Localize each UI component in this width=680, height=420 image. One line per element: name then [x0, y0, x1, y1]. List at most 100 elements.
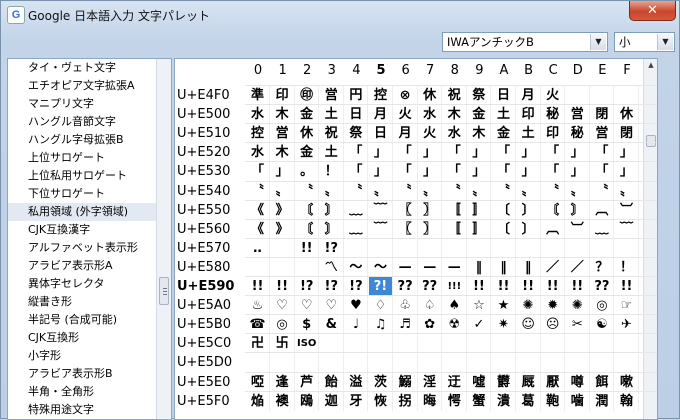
category-item[interactable]: CJK互換漢字 — [8, 221, 158, 239]
char-cell[interactable]: 〝 — [295, 181, 320, 201]
char-cell[interactable] — [590, 334, 615, 354]
char-cell[interactable] — [467, 334, 492, 354]
char-cell[interactable]: 「 — [394, 162, 418, 182]
char-cell[interactable]: 木 — [443, 105, 467, 125]
char-cell[interactable]: 晦 — [418, 391, 443, 411]
char-cell[interactable]: ‖ — [467, 257, 492, 277]
char-cell[interactable]: 卐 — [271, 334, 295, 354]
char-cell[interactable]: 〟 — [467, 181, 492, 201]
char-cell[interactable]: 控 — [369, 86, 393, 105]
char-cell[interactable]: ♫ — [369, 315, 393, 335]
char-cell[interactable]: — — [443, 257, 467, 277]
char-cell[interactable]: ☞ — [615, 296, 639, 316]
char-cell[interactable]: !!! — [443, 277, 467, 296]
char-cell[interactable]: ／ — [541, 257, 566, 277]
char-cell[interactable]: 鴎 — [295, 391, 320, 411]
char-cell[interactable]: 金 — [295, 105, 320, 125]
char-cell[interactable]: 噛 — [566, 391, 590, 411]
char-cell[interactable]: !? — [320, 277, 344, 296]
char-cell[interactable]: 餌 — [590, 372, 615, 392]
char-cell[interactable]: 〚 — [443, 219, 467, 239]
char-cell[interactable]: ★ — [492, 296, 516, 316]
char-cell[interactable]: 「 — [394, 143, 418, 163]
char-cell[interactable]: 迦 — [320, 391, 344, 411]
char-cell[interactable] — [369, 353, 393, 373]
char-cell[interactable]: 〗 — [418, 200, 443, 220]
char-cell[interactable]: ♬ — [394, 315, 418, 335]
char-cell[interactable]: 祝 — [443, 86, 467, 105]
char-cell[interactable]: 火 — [541, 86, 566, 105]
char-cell[interactable]: 土 — [320, 105, 344, 125]
category-item[interactable]: 下位サロゲート — [8, 185, 158, 203]
char-cell[interactable]: 印 — [517, 105, 541, 125]
char-cell[interactable]: 蟹 — [467, 391, 492, 411]
char-cell[interactable] — [541, 334, 566, 354]
char-cell[interactable]: 〘 — [295, 219, 320, 239]
char-cell[interactable]: !! — [271, 277, 295, 296]
char-cell[interactable]: 翰 — [615, 391, 639, 411]
char-cell[interactable]: 営 — [320, 86, 344, 105]
char-cell[interactable]: 」 — [615, 162, 639, 182]
char-cell[interactable] — [566, 238, 590, 258]
char-cell[interactable]: ◎ — [271, 315, 295, 335]
char-cell[interactable] — [590, 86, 615, 105]
char-cell[interactable]: 月 — [394, 124, 418, 144]
char-cell[interactable]: 〜 — [344, 257, 369, 277]
char-cell[interactable]: ♢ — [369, 296, 393, 316]
char-cell[interactable]: 襖 — [271, 391, 295, 411]
category-item[interactable]: アラビア表示形B — [8, 365, 158, 383]
char-cell[interactable]: 祭 — [467, 86, 492, 105]
char-cell[interactable] — [615, 86, 639, 105]
char-cell[interactable]: ﹋ — [369, 200, 393, 220]
char-cell[interactable] — [566, 86, 590, 105]
category-scroll-thumb[interactable] — [159, 277, 169, 305]
char-cell[interactable]: ﹏ — [590, 219, 615, 239]
char-cell[interactable]: ♩ — [344, 315, 369, 335]
char-cell[interactable]: ✺ — [517, 296, 541, 316]
char-cell[interactable]: ☢ — [443, 315, 467, 335]
char-cell[interactable]: 「 — [344, 162, 369, 182]
char-cell[interactable]: 水 — [246, 105, 270, 125]
char-cell[interactable]: ✷ — [492, 315, 516, 335]
char-cell[interactable] — [418, 334, 443, 354]
char-cell[interactable]: 」 — [369, 162, 393, 182]
char-cell[interactable]: 「 — [443, 143, 467, 163]
char-cell[interactable]: ✹ — [541, 296, 566, 316]
char-cell[interactable]: 〙 — [320, 219, 344, 239]
char-cell[interactable]: 〚 — [443, 200, 467, 220]
char-cell[interactable]: ?? — [418, 277, 443, 296]
char-cell[interactable] — [418, 238, 443, 258]
close-button[interactable]: ✕ — [629, 1, 676, 21]
category-item[interactable]: CJK互換形 — [8, 329, 158, 347]
char-cell[interactable]: 〘 — [295, 200, 320, 220]
char-cell[interactable]: 営 — [566, 105, 590, 125]
char-cell[interactable]: 営 — [590, 124, 615, 144]
char-cell[interactable]: 「 — [541, 162, 566, 182]
char-cell[interactable]: 〟 — [517, 181, 541, 201]
char-cell[interactable]: 〝 — [394, 181, 418, 201]
char-cell[interactable] — [566, 334, 590, 354]
char-cell[interactable]: 潰 — [492, 391, 516, 411]
char-cell[interactable]: ♧ — [394, 296, 418, 316]
char-cell[interactable] — [394, 334, 418, 354]
char-cell[interactable]: ☎ — [246, 315, 270, 335]
char-cell[interactable] — [344, 353, 369, 373]
char-cell[interactable]: 〟 — [271, 181, 295, 201]
char-cell[interactable]: !! — [492, 277, 516, 296]
char-cell[interactable]: 控 — [246, 124, 270, 144]
category-item[interactable]: 私用領域 (外字領域) — [8, 203, 158, 221]
char-cell[interactable]: 迂 — [443, 372, 467, 392]
char-cell[interactable] — [271, 353, 295, 373]
char-cell[interactable] — [320, 353, 344, 373]
char-cell[interactable]: 逢 — [271, 372, 295, 392]
char-cell[interactable]: !! — [467, 277, 492, 296]
char-cell[interactable] — [369, 334, 393, 354]
char-cell[interactable]: ﹋ — [615, 219, 639, 239]
char-cell[interactable] — [517, 353, 541, 373]
char-cell[interactable]: ／ — [566, 257, 590, 277]
char-cell[interactable]: 鰯 — [394, 372, 418, 392]
char-cell[interactable] — [517, 238, 541, 258]
char-cell[interactable]: 「 — [492, 162, 516, 182]
category-item[interactable]: マニプリ文字 — [8, 95, 158, 113]
char-cell[interactable]: 〝 — [443, 181, 467, 201]
